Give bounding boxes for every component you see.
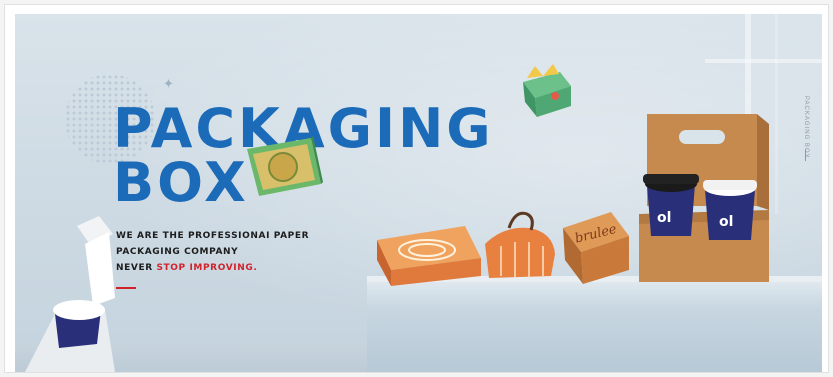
floating-green-box — [523, 64, 571, 117]
product-illustrations: brulee ol ol — [25, 64, 769, 372]
kraft-cup-carrier: ol ol — [639, 114, 769, 282]
banner-frame: ✦ PACKAGING BOX WE ARE THE PROFESSIONAI … — [4, 4, 829, 373]
hero-banner[interactable]: ✦ PACKAGING BOX WE ARE THE PROFESSIONAI … — [15, 14, 822, 372]
orange-handle-box — [485, 211, 555, 278]
cup-print-text: ol — [719, 214, 733, 230]
flying-green-gift-box — [247, 136, 323, 196]
hand-holding-cup — [25, 216, 115, 372]
cup-print-text: ol — [657, 210, 671, 226]
kraft-brulee-box: brulee — [563, 212, 629, 284]
orange-flat-box — [377, 226, 481, 286]
